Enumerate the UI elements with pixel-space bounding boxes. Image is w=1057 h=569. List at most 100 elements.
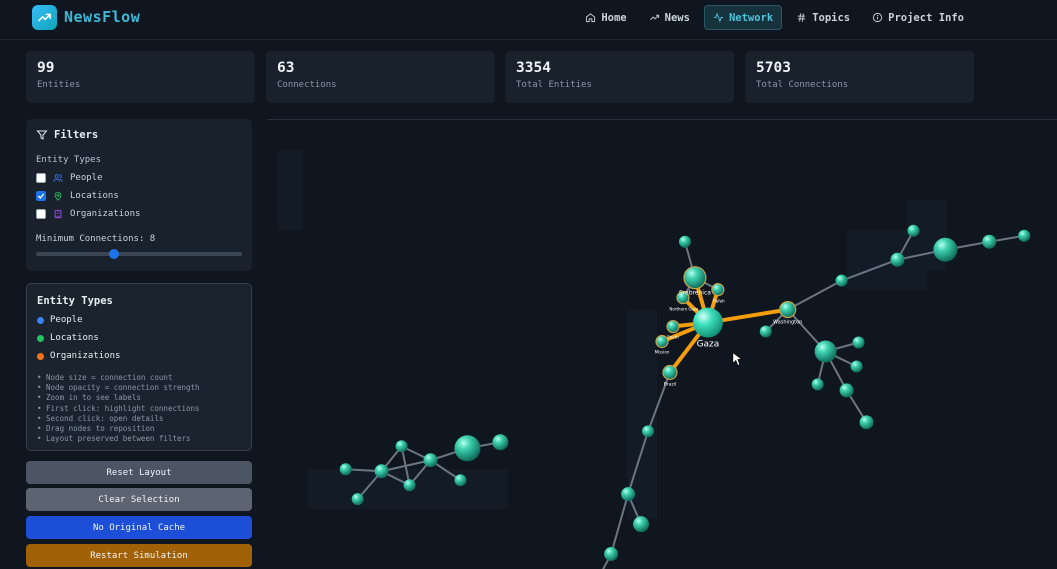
locations-option-label: Locations [70,190,119,201]
legend-notes: • Node size = connection count • Node op… [37,373,241,444]
slider-thumb[interactable] [109,249,120,259]
top-navigation-bar: NewsFlow Home News Network Topics Projec… [0,0,1057,40]
stat-label: Entities [37,80,81,90]
graph-node[interactable] [423,453,438,468]
legend-note: • Drag nodes to reposition [37,424,155,434]
graph-node[interactable] [779,300,797,319]
network-graph[interactable]: Gaza Srebrenica Northern Gaza Rafah Washingt… [267,119,1057,569]
legend-note: • Zoom in to see labels [37,393,141,403]
graph-node[interactable] [711,283,725,297]
graph-node[interactable] [1018,229,1031,242]
graph-edge [786,279,843,311]
graph-node[interactable] [835,274,848,287]
node-label-srebrenica: Srebrenica [679,290,711,297]
legend-note: • First click: highlight connections [37,403,200,413]
filter-option-organizations[interactable]: Organizations [36,208,242,219]
entity-types-label: Entity Types [36,155,102,165]
graph-nodes [339,224,1031,562]
node-label-northern-gaza: Northern Gaza [669,307,699,312]
graph-node[interactable] [692,307,723,338]
filter-option-people[interactable]: People [36,172,242,183]
graph-node[interactable] [678,235,691,248]
people-color-dot [37,316,44,324]
graph-node[interactable] [814,340,837,363]
graph-node[interactable] [633,516,650,533]
people-checkbox[interactable] [36,172,46,183]
graph-node[interactable] [839,383,854,398]
main-nav: Home News Network Topics Project Info [577,5,972,30]
graph-node[interactable] [403,479,416,492]
legend-title: Entity Types [37,295,113,307]
graph-node[interactable] [454,435,481,462]
nav-home[interactable]: Home [577,5,634,30]
people-option-label: People [70,172,103,183]
nav-topics-label: Topics [812,11,851,24]
graph-node[interactable] [933,237,958,262]
graph-node[interactable] [907,224,920,237]
graph-background [277,149,947,520]
graph-node[interactable] [374,464,389,479]
graph-node[interactable] [621,487,636,502]
stat-value: 5703 [756,60,791,76]
graph-node[interactable] [492,434,509,451]
node-label-south: South [667,335,679,340]
graph-node[interactable] [604,547,619,562]
node-label-rafah: Rafah [713,299,725,304]
graph-node[interactable] [655,334,669,349]
legend-label: Organizations [50,351,121,361]
legend-note: • Layout preserved between filters [37,434,191,444]
info-icon [873,12,883,23]
clear-selection-button[interactable]: Clear Selection [26,488,252,511]
nav-network[interactable]: Network [703,5,783,30]
stat-card-total-entities: 3354 Total Entities [505,51,734,103]
graph-node[interactable] [666,319,680,334]
no-original-cache-button[interactable]: No Original Cache [26,516,252,539]
hash-icon [798,13,806,22]
filters-title: Filters [54,129,99,141]
graph-node[interactable] [811,378,824,391]
stat-card-total-connections: 5703 Total Connections [745,51,974,103]
graph-node[interactable] [395,440,408,453]
graph-node[interactable] [351,493,364,506]
graph-node[interactable] [454,474,467,487]
filter-option-locations[interactable]: Locations [36,190,242,201]
legend-item-people: People [37,315,241,325]
trending-icon [649,14,659,21]
graph-node[interactable] [642,425,655,438]
stat-label: Total Connections [756,80,849,90]
min-connections-slider[interactable] [36,249,242,259]
graph-node[interactable] [683,266,707,290]
nav-topics[interactable]: Topics [788,5,858,30]
graph-node[interactable] [850,360,863,373]
stat-value: 63 [277,60,295,76]
app-title[interactable]: NewsFlow [64,8,140,26]
graph-node[interactable] [759,325,772,338]
node-label-mission: Mission [655,349,670,354]
nav-project-info[interactable]: Project Info [864,5,972,30]
graph-node[interactable] [852,336,865,349]
graph-node[interactable] [339,463,352,476]
organizations-checkbox[interactable] [36,208,46,219]
nav-news[interactable]: News [641,5,698,30]
nav-home-label: Home [601,11,627,24]
reset-layout-button[interactable]: Reset Layout [26,461,252,484]
filters-panel: Filters Entity Types People Locations Or… [26,119,252,271]
graph-edge [610,493,630,556]
home-icon [586,13,596,23]
locations-color-dot [37,334,44,342]
legend-label: People [50,315,83,325]
mouse-cursor [732,351,743,366]
nav-news-label: News [664,11,690,24]
node-label-gaza: Gaza [697,339,720,349]
graph-node[interactable] [890,252,905,267]
building-icon [54,209,62,218]
node-label-washington: Washington [773,320,802,326]
graph-node[interactable] [982,234,997,249]
organizations-color-dot [37,352,44,360]
legend-note: • Node opacity = connection strength [37,383,200,393]
trending-up-icon[interactable] [32,5,57,30]
graph-node[interactable] [859,415,874,430]
graph-node[interactable] [662,364,678,381]
locations-checkbox[interactable] [36,190,46,201]
restart-simulation-button[interactable]: Restart Simulation [26,544,252,567]
